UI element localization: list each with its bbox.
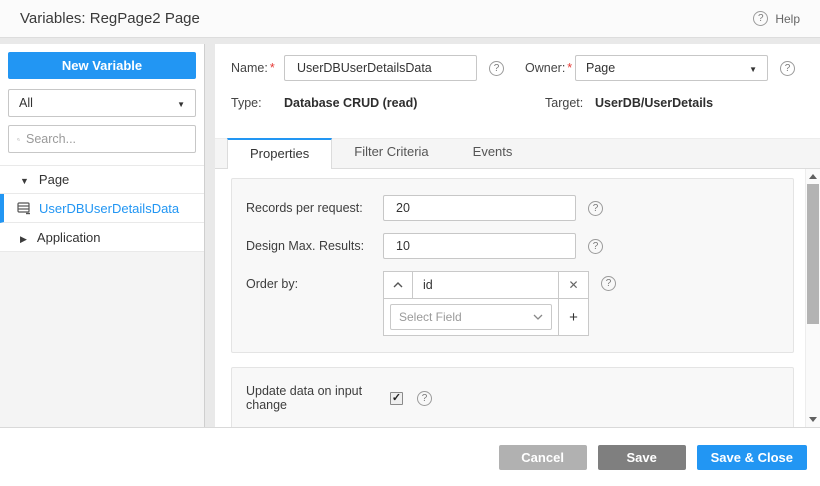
select-field-dropdown[interactable]: Select Field xyxy=(390,304,552,330)
properties-tab-content: Records per request: Design Max. Results… xyxy=(215,169,820,427)
variable-filter-value: All xyxy=(19,96,33,110)
order-by-field-value: id xyxy=(413,271,559,299)
data-settings-group: Records per request: Design Max. Results… xyxy=(231,178,794,353)
type-label: Type: xyxy=(231,96,284,110)
caret-right-icon[interactable] xyxy=(20,230,27,245)
chevron-down-icon xyxy=(533,314,543,320)
tab-properties[interactable]: Properties xyxy=(227,138,332,169)
update-on-input-change-row: Update data on input change xyxy=(246,384,779,412)
help-label: Help xyxy=(775,12,800,26)
variables-dialog: Variables: RegPage2 Page Help New Variab… xyxy=(0,0,820,486)
type-value: Database CRUD (read) xyxy=(284,96,524,110)
save-button[interactable]: Save xyxy=(598,445,686,470)
save-and-close-button[interactable]: Save & Close xyxy=(697,445,807,470)
update-on-input-change-label: Update data on input change xyxy=(246,384,384,412)
cancel-button[interactable]: Cancel xyxy=(499,445,587,470)
order-by-field-row: id xyxy=(383,271,589,299)
remove-field-icon[interactable] xyxy=(559,271,589,299)
dialog-title: Variables: RegPage2 Page xyxy=(20,10,200,27)
owner-value: Page xyxy=(586,61,615,75)
order-by-label: Order by: xyxy=(246,271,383,291)
select-field-cell: Select Field xyxy=(383,299,559,336)
behavior-group: Update data on input change Request data… xyxy=(231,367,794,427)
tab-filter-criteria[interactable]: Filter Criteria xyxy=(332,138,450,168)
name-help-icon[interactable] xyxy=(489,61,504,76)
owner-help-icon[interactable] xyxy=(780,61,795,76)
help-button[interactable]: Help xyxy=(753,11,800,26)
target-label: Target: xyxy=(545,96,595,110)
dialog-header: Variables: RegPage2 Page Help xyxy=(0,0,820,38)
scroll-up-arrow-icon[interactable] xyxy=(806,169,820,184)
variable-search[interactable] xyxy=(8,125,196,153)
variable-filter-select[interactable]: All xyxy=(8,89,196,117)
tab-events[interactable]: Events xyxy=(451,138,535,168)
variable-detail-panel: Name:* Owner:* Page Type: Database CRUD … xyxy=(215,44,820,427)
chevron-down-icon xyxy=(749,61,757,75)
detail-tabs: Properties Filter Criteria Events xyxy=(215,138,820,169)
records-per-request-help-icon[interactable] xyxy=(588,201,603,216)
dialog-footer: Cancel Save Save & Close xyxy=(0,427,820,486)
design-max-results-row: Design Max. Results: xyxy=(246,233,779,259)
owner-select[interactable]: Page xyxy=(575,55,768,81)
update-on-input-change-help-icon[interactable] xyxy=(417,391,432,406)
records-per-request-input[interactable] xyxy=(383,195,576,221)
tree-item-userdbuserdetailsdata[interactable]: UserDBUserDetailsData xyxy=(0,194,204,223)
type-target-row: Type: Database CRUD (read) Target: UserD… xyxy=(231,96,804,110)
order-by-help-icon[interactable] xyxy=(601,276,616,291)
chevron-down-icon xyxy=(177,96,185,110)
add-field-button[interactable] xyxy=(559,299,589,336)
variables-sidebar: New Variable All Page UserDBUserDetailsD… xyxy=(0,44,205,427)
design-max-results-label: Design Max. Results: xyxy=(246,239,383,253)
vertical-scrollbar[interactable] xyxy=(805,169,820,427)
sort-ascending-icon[interactable] xyxy=(383,271,413,299)
records-per-request-row: Records per request: xyxy=(246,195,779,221)
name-owner-row: Name:* Owner:* Page xyxy=(231,55,804,81)
select-field-placeholder: Select Field xyxy=(399,310,462,324)
help-icon xyxy=(753,11,768,26)
order-by-add-row: Select Field xyxy=(383,299,589,336)
sidebar-empty-area xyxy=(0,252,204,427)
order-by-row: Order by: id Select Fiel xyxy=(246,271,779,336)
design-max-results-help-icon[interactable] xyxy=(588,239,603,254)
update-on-input-change-checkbox[interactable] xyxy=(390,392,403,405)
search-input[interactable] xyxy=(26,132,187,146)
design-max-results-input[interactable] xyxy=(383,233,576,259)
search-icon xyxy=(17,133,20,146)
records-per-request-label: Records per request: xyxy=(246,201,383,215)
target-value: UserDB/UserDetails xyxy=(595,96,713,110)
required-asterisk: * xyxy=(567,61,572,75)
name-input[interactable] xyxy=(284,55,477,81)
tree-group-page-label: Page xyxy=(39,172,69,187)
caret-down-icon[interactable] xyxy=(20,172,29,187)
variable-info-section: Name:* Owner:* Page Type: Database CRUD … xyxy=(215,44,820,125)
tree-group-application-label: Application xyxy=(37,230,101,245)
name-label: Name:* xyxy=(231,61,284,75)
required-asterisk: * xyxy=(270,61,275,75)
tree-group-page[interactable]: Page xyxy=(0,165,204,194)
scrollbar-thumb[interactable] xyxy=(807,184,819,324)
tree-item-label: UserDBUserDetailsData xyxy=(39,201,179,216)
new-variable-button[interactable]: New Variable xyxy=(8,52,196,79)
owner-label: Owner:* xyxy=(525,61,575,75)
order-by-widget: id Select Field xyxy=(383,271,589,336)
tree-group-application[interactable]: Application xyxy=(0,223,204,252)
scroll-down-arrow-icon[interactable] xyxy=(806,412,820,427)
database-variable-icon xyxy=(17,202,31,215)
